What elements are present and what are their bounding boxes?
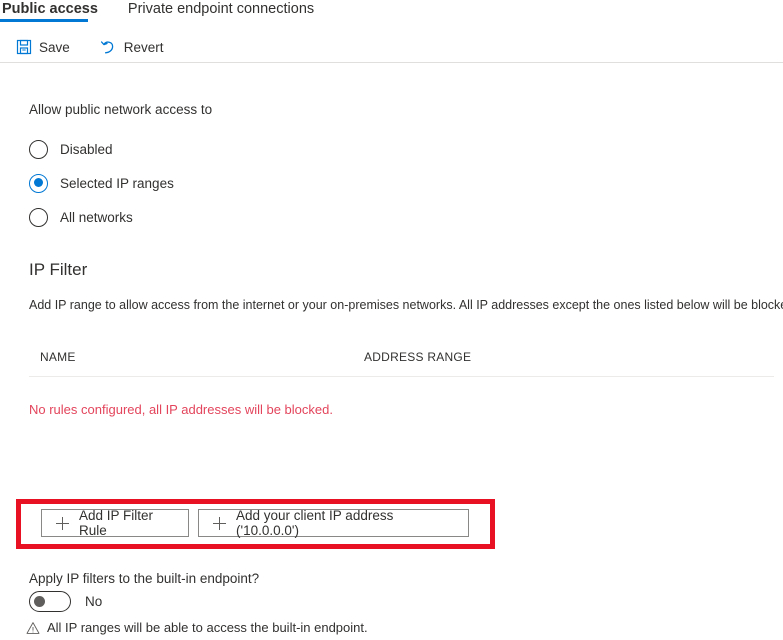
builtin-endpoint-warning-text: All IP ranges will be able to access the… [47,620,368,635]
revert-button-label: Revert [123,39,164,55]
ip-filter-title: IP Filter [29,260,88,279]
radio-label-disabled: Disabled [60,141,113,157]
table-header-row: NAME ADDRESS RANGE [29,350,774,377]
warning-triangle-icon [26,621,40,635]
add-ip-filter-rule-button[interactable]: Add IP Filter Rule [41,508,189,538]
network-access-label: Allow public network access to [29,102,213,117]
ip-filter-table: NAME ADDRESS RANGE No rules configured, … [29,350,774,417]
save-button[interactable]: Save [9,34,76,60]
radio-icon-all-networks [29,207,48,227]
tab-public-access-label: Public access [2,1,98,17]
revert-button[interactable]: Revert [94,34,170,60]
radio-option-disabled[interactable]: Disabled [29,132,174,166]
command-bar: Save Revert [0,33,783,61]
builtin-endpoint-toggle-value: No [85,594,103,609]
plus-icon [56,516,69,530]
radio-label-all-networks: All networks [60,209,133,225]
undo-arrow-icon [100,39,117,56]
save-floppy-icon [15,39,32,56]
radio-icon-disabled [29,139,48,159]
table-empty-message: No rules configured, all IP addresses wi… [29,402,333,417]
builtin-endpoint-toggle[interactable] [29,591,71,612]
builtin-endpoint-toggle-row: No [29,591,102,612]
column-header-address-range: ADDRESS RANGE [364,350,472,364]
radio-option-selected-ip-ranges[interactable]: Selected IP ranges [29,166,174,200]
save-button-label: Save [39,39,70,55]
ip-filter-actions: Add IP Filter Rule Add your client IP ad… [41,508,469,538]
network-access-radio-group: Disabled Selected IP ranges All networks [29,132,174,234]
tab-private-endpoint-connections[interactable]: Private endpoint connections [127,0,315,17]
plus-icon [213,516,226,530]
tab-public-access[interactable]: Public access [0,0,98,22]
tab-bar: Public access Private endpoint connectio… [0,0,783,28]
builtin-endpoint-question: Apply IP filters to the built-in endpoin… [29,571,260,586]
tab-active-underline [0,19,88,22]
add-client-ip-button[interactable]: Add your client IP address ('10.0.0.0') [198,508,469,538]
column-header-name: NAME [40,350,76,364]
tab-private-endpoint-connections-label: Private endpoint connections [127,1,315,17]
toolbar-divider [0,62,783,63]
toggle-knob [34,596,45,607]
add-ip-filter-rule-label: Add IP Filter Rule [79,508,154,538]
radio-icon-selected-ip-ranges [29,173,48,193]
radio-option-all-networks[interactable]: All networks [29,200,174,234]
builtin-endpoint-warning: All IP ranges will be able to access the… [26,620,368,635]
ip-filter-description: Add IP range to allow access from the in… [29,298,783,312]
radio-label-selected-ip-ranges: Selected IP ranges [60,175,174,191]
add-client-ip-label: Add your client IP address ('10.0.0.0') [236,508,394,538]
